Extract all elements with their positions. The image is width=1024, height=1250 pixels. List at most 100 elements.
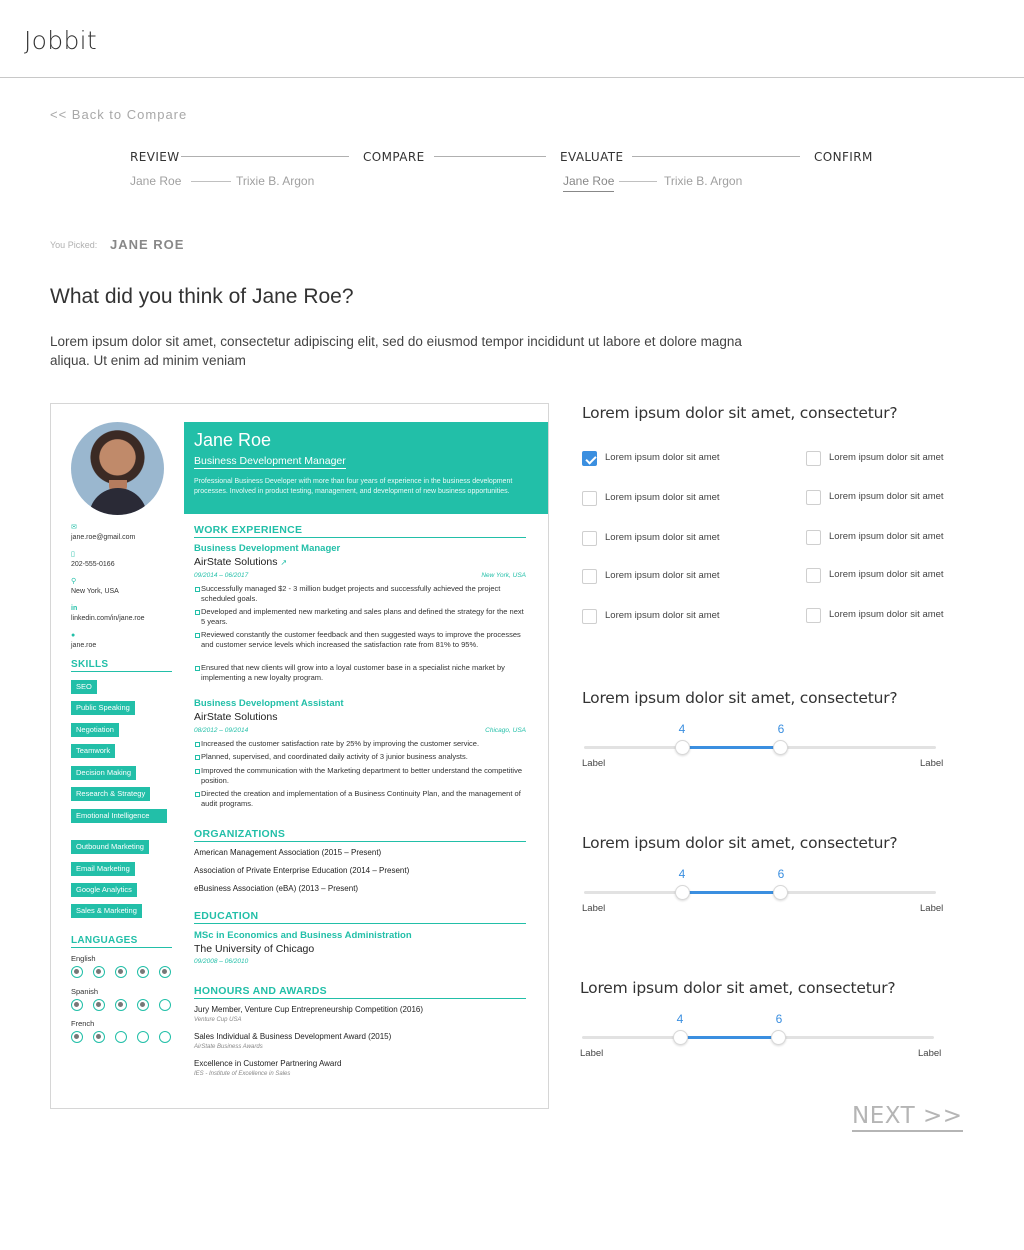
intro-text: Lorem ipsum dolor sit amet, consectetur …	[50, 334, 742, 368]
review-candidate-a[interactable]: Jane Roe	[130, 174, 181, 188]
language-name: French	[71, 1019, 95, 1028]
checkbox-box[interactable]	[582, 451, 597, 466]
checkbox-box[interactable]	[806, 530, 821, 545]
contact-email-text: jane.roe@gmail.com	[71, 534, 136, 541]
award-title: Jury Member, Venture Cup Entrepreneurshi…	[194, 1005, 424, 1014]
evaluate-candidate-a[interactable]: Jane Roe	[563, 174, 615, 192]
slider-high-value: 6	[775, 1012, 783, 1026]
language-level-dot	[71, 1031, 83, 1043]
job-title: Business Development Manager	[194, 543, 341, 554]
checkbox-box[interactable]	[806, 608, 821, 623]
checkbox-label[interactable]: Lorem ipsum dolor sit amet	[829, 531, 944, 542]
job-dates: 09/2014 – 06/2017	[194, 572, 249, 579]
range-slider[interactable]: 4 6 Label Label	[582, 867, 943, 917]
organization-item: American Management Association (2015 – …	[194, 848, 382, 857]
award-org: AirState Business Awards	[194, 1044, 263, 1050]
range-slider[interactable]: 4 6 Label Label	[582, 722, 943, 772]
skill-tag: Outbound Marketing	[71, 840, 149, 854]
skill-tag: Google Analytics	[71, 883, 137, 897]
award-title: Sales Individual & Business Development …	[194, 1032, 392, 1041]
skill-tag: SEO	[71, 680, 97, 694]
language-name: English	[71, 954, 96, 963]
skill-tag: Teamwork	[71, 744, 116, 758]
back-to-compare-link[interactable]: << Back to Compare	[50, 107, 187, 122]
job-location: New York, USA	[481, 572, 526, 579]
checkbox-box[interactable]	[582, 609, 597, 624]
location-pin-icon: ⚲	[71, 578, 77, 585]
step-confirm[interactable]: CONFIRM	[814, 150, 873, 164]
language-name: Spanish	[71, 987, 99, 996]
slider-max-label: Label	[920, 903, 944, 914]
slider-low-handle[interactable]	[673, 1030, 688, 1045]
slider-high-handle[interactable]	[771, 1030, 786, 1045]
next-button[interactable]: NEXT >>	[852, 1102, 963, 1132]
slider-selected-range	[682, 891, 780, 894]
checkbox-label[interactable]: Lorem ipsum dolor sit amet	[829, 491, 944, 502]
email-icon: ✉	[71, 524, 77, 531]
job-location: Chicago, USA	[485, 727, 526, 734]
candidate-connector	[619, 181, 657, 182]
checkbox-label[interactable]: Lorem ipsum dolor sit amet	[605, 452, 720, 463]
skill-tag: Decision Making	[71, 766, 137, 780]
you-picked-label: You Picked:	[50, 240, 98, 250]
contact-linkedin-text: linkedin.com/in/jane.roe	[71, 615, 145, 622]
organization-item: eBusiness Association (eBA) (2013 – Pres…	[194, 884, 359, 893]
language-level-dot	[71, 966, 83, 978]
slider-low-value: 4	[678, 867, 686, 881]
job-bullet: Ensured that new clients will grow into …	[195, 663, 529, 683]
language-level-dot	[115, 999, 127, 1011]
checkbox-label[interactable]: Lorem ipsum dolor sit amet	[829, 609, 944, 620]
awards-heading: HONOURS AND AWARDS	[194, 985, 526, 999]
step-review[interactable]: REVIEW	[130, 150, 180, 164]
checkbox-label[interactable]: Lorem ipsum dolor sit amet	[605, 492, 720, 503]
slider-low-value: 4	[678, 722, 686, 736]
step-compare[interactable]: COMPARE	[363, 150, 425, 164]
slider-low-handle[interactable]	[675, 885, 690, 900]
slider-high-handle[interactable]	[773, 885, 788, 900]
job-dates: 08/2012 – 09/2014	[194, 727, 249, 734]
review-candidate-b[interactable]: Trixie B. Argon	[236, 174, 314, 188]
checkbox-box[interactable]	[806, 568, 821, 583]
language-level-dot	[159, 966, 171, 978]
slider-min-label: Label	[582, 903, 606, 914]
skill-tag: Sales & Marketing	[71, 904, 142, 918]
skill-tag: Email Marketing	[71, 862, 135, 876]
checkbox-label[interactable]: Lorem ipsum dolor sit amet	[605, 610, 720, 621]
skill-tag: Research & Strategy	[71, 787, 151, 801]
slider-min-label: Label	[580, 1048, 604, 1059]
checkbox-box[interactable]	[582, 531, 597, 546]
checkbox-label[interactable]: Lorem ipsum dolor sit amet	[605, 570, 720, 581]
question-3-title: Lorem ipsum dolor sit amet, consectetur?	[582, 834, 898, 852]
candidate-photo	[71, 422, 164, 515]
contact-skype-text: jane.roe	[71, 642, 97, 649]
checkbox-label[interactable]: Lorem ipsum dolor sit amet	[829, 452, 944, 463]
checkbox-label[interactable]: Lorem ipsum dolor sit amet	[605, 532, 720, 543]
external-link-icon[interactable]: ↗	[280, 558, 287, 567]
job-bullet: Increased the customer satisfaction rate…	[195, 739, 529, 749]
checkbox-box[interactable]	[582, 491, 597, 506]
award-title: Excellence in Customer Partnering Award	[194, 1059, 342, 1068]
evaluate-candidate-b[interactable]: Trixie B. Argon	[664, 174, 742, 188]
slider-max-label: Label	[920, 758, 944, 769]
checkbox-box[interactable]	[582, 569, 597, 584]
checkbox-label[interactable]: Lorem ipsum dolor sit amet	[829, 569, 944, 580]
slider-low-handle[interactable]	[675, 740, 690, 755]
education-heading: EDUCATION	[194, 910, 526, 924]
job-bullet: Successfully managed $2 - 3 million budg…	[195, 584, 529, 604]
job-bullet: Developed and implemented new marketing …	[195, 607, 529, 627]
job-bullet: Reviewed constantly the customer feedbac…	[195, 630, 529, 650]
range-slider[interactable]: 4 6 Label Label	[580, 1012, 941, 1062]
checkbox-box[interactable]	[806, 490, 821, 505]
job-company: AirState Solutions	[194, 711, 278, 723]
languages-heading: LANGUAGES	[71, 935, 172, 948]
checkbox-box[interactable]	[806, 451, 821, 466]
slider-high-handle[interactable]	[773, 740, 788, 755]
award-org: IES - Institute of Excellence in Sales	[194, 1071, 291, 1077]
resume-header-banner: Jane Roe Business Development Manager Pr…	[184, 422, 548, 514]
app-logo[interactable]: Jobbit	[24, 26, 97, 55]
job-bullet: Improved the communication with the Mark…	[195, 766, 529, 786]
resume-preview[interactable]: Jane Roe Business Development Manager Pr…	[50, 403, 549, 1109]
language-level-dot	[137, 966, 149, 978]
slider-high-value: 6	[777, 867, 785, 881]
step-evaluate[interactable]: EVALUATE	[560, 150, 624, 164]
